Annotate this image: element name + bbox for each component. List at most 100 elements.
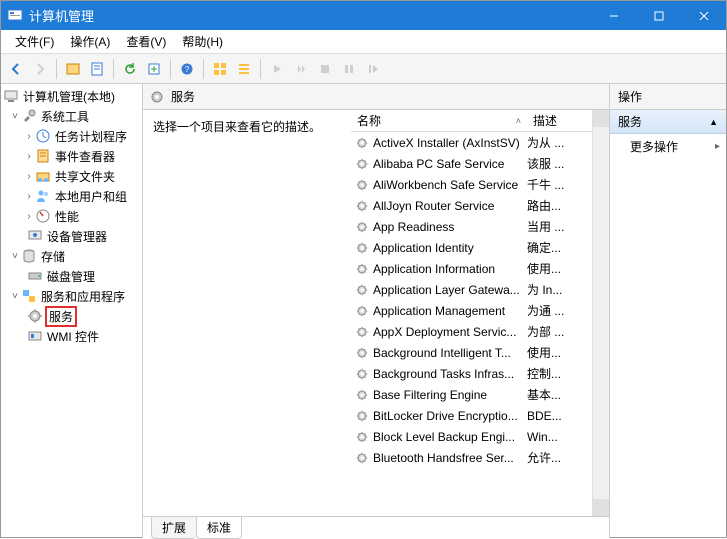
actions-title: 操作: [610, 84, 726, 110]
service-row[interactable]: Application Identity确定...: [351, 237, 592, 258]
expand-icon[interactable]: ›: [23, 131, 35, 142]
service-row[interactable]: Block Level Backup Engi...Win...: [351, 426, 592, 447]
tree-local-users[interactable]: › 本地用户和组: [1, 186, 142, 206]
service-row[interactable]: Background Intelligent T...使用...: [351, 342, 592, 363]
help-button[interactable]: ?: [176, 58, 198, 80]
service-row[interactable]: Base Filtering Engine基本...: [351, 384, 592, 405]
tree-task-scheduler[interactable]: › 任务计划程序: [1, 126, 142, 146]
toolbar-separator: [56, 59, 57, 79]
list-view-button[interactable]: [233, 58, 255, 80]
collapse-icon[interactable]: ˅: [9, 111, 21, 122]
tree-services[interactable]: 服务: [1, 306, 142, 326]
close-button[interactable]: [681, 1, 726, 30]
column-description[interactable]: 描述: [527, 110, 592, 131]
menu-file[interactable]: 文件(F): [7, 30, 62, 53]
service-row[interactable]: Application Information使用...: [351, 258, 592, 279]
menu-operation[interactable]: 操作(A): [62, 30, 118, 53]
service-row[interactable]: Bluetooth Handsfree Ser...允许...: [351, 447, 592, 468]
service-row[interactable]: Alibaba PC Safe Service该服 ...: [351, 153, 592, 174]
gear-icon: [355, 304, 369, 318]
tree-services-apps[interactable]: ˅ 服务和应用程序: [1, 286, 142, 306]
gear-icon: [355, 409, 369, 423]
expand-icon[interactable]: ›: [23, 191, 35, 202]
forward-button: [29, 58, 51, 80]
performance-icon: [35, 208, 51, 224]
toolbar-separator: [260, 59, 261, 79]
stop-service-button: [314, 58, 336, 80]
tree-system-tools[interactable]: ˅ 系统工具: [1, 106, 142, 126]
action-more[interactable]: 更多操作 ▸: [610, 134, 726, 159]
pause-service-button: [338, 58, 360, 80]
service-desc: 使用...: [527, 260, 592, 277]
service-desc: 使用...: [527, 344, 592, 361]
tree-shared-folders[interactable]: › 共享文件夹: [1, 166, 142, 186]
tree-disk-management[interactable]: 磁盘管理: [1, 266, 142, 286]
service-row[interactable]: AllJoyn Router Service路由...: [351, 195, 592, 216]
service-name: ActiveX Installer (AxInstSV): [373, 136, 527, 150]
properties-button[interactable]: [86, 58, 108, 80]
list-rows[interactable]: ActiveX Installer (AxInstSV)为从 ...Alibab…: [351, 132, 592, 516]
expand-icon[interactable]: ›: [23, 211, 35, 222]
grid-view-button[interactable]: [209, 58, 231, 80]
share-icon: [35, 168, 51, 184]
service-desc: 千牛 ...: [527, 176, 592, 193]
gear-icon: [355, 388, 369, 402]
gear-icon: [355, 157, 369, 171]
actions-pane: 操作 服务 ▲ 更多操作 ▸: [610, 84, 726, 538]
service-name: Block Level Backup Engi...: [373, 430, 527, 444]
service-desc: 为从 ...: [527, 134, 592, 151]
menu-view[interactable]: 查看(V): [118, 30, 174, 53]
service-name: AliWorkbench Safe Service: [373, 178, 527, 192]
service-row[interactable]: Application Management为通 ...: [351, 300, 592, 321]
service-row[interactable]: AppX Deployment Servic...为部 ...: [351, 321, 592, 342]
export-list-button[interactable]: [143, 58, 165, 80]
service-desc: 基本...: [527, 386, 592, 403]
maximize-button[interactable]: [636, 1, 681, 30]
service-name: Application Layer Gatewa...: [373, 283, 527, 297]
gear-icon: [355, 451, 369, 465]
collapse-icon[interactable]: ˅: [9, 251, 21, 262]
service-row[interactable]: App Readiness当用 ...: [351, 216, 592, 237]
tab-standard[interactable]: 标准: [196, 516, 242, 539]
device-icon: [27, 228, 43, 244]
expand-icon[interactable]: ›: [23, 151, 35, 162]
column-name[interactable]: 名称 ˄: [351, 110, 527, 131]
minimize-button[interactable]: [591, 1, 636, 30]
tree-performance[interactable]: › 性能: [1, 206, 142, 226]
bottom-tabs: 扩展 标准: [143, 516, 609, 538]
action-group-services[interactable]: 服务 ▲: [610, 110, 726, 134]
vertical-scrollbar[interactable]: [592, 110, 609, 516]
service-row[interactable]: AliWorkbench Safe Service千牛 ...: [351, 174, 592, 195]
app-icon: [7, 8, 23, 24]
tree-storage[interactable]: ˅ 存储: [1, 246, 142, 266]
sort-ascending-icon: ˄: [516, 116, 521, 126]
menu-help[interactable]: 帮助(H): [174, 30, 231, 53]
tree-root[interactable]: 计算机管理(本地): [1, 86, 142, 106]
actions-body: 服务 ▲ 更多操作 ▸: [610, 110, 726, 159]
expand-icon[interactable]: ›: [23, 171, 35, 182]
show-hide-tree-button[interactable]: [62, 58, 84, 80]
service-name: Background Tasks Infras...: [373, 367, 527, 381]
service-name: AllJoyn Router Service: [373, 199, 527, 213]
center-body: 选择一个项目来查看它的描述。 名称 ˄ 描述 ActiveX Installer…: [143, 110, 609, 516]
collapse-icon[interactable]: ˅: [9, 291, 21, 302]
service-desc: 当用 ...: [527, 218, 592, 235]
service-row[interactable]: BitLocker Drive Encryptio...BDE...: [351, 405, 592, 426]
tree-wmi-control[interactable]: WMI 控件: [1, 326, 142, 346]
center-header: 服务: [143, 84, 609, 110]
toolbar-separator: [113, 59, 114, 79]
tree-device-manager[interactable]: 设备管理器: [1, 226, 142, 246]
service-row[interactable]: Background Tasks Infras...控制...: [351, 363, 592, 384]
refresh-button[interactable]: [119, 58, 141, 80]
service-name: Alibaba PC Safe Service: [373, 157, 527, 171]
main-content: 计算机管理(本地) ˅ 系统工具 › 任务计划程序 › 事件查看器 › 共享文件…: [1, 84, 726, 538]
tree-event-viewer[interactable]: › 事件查看器: [1, 146, 142, 166]
service-row[interactable]: ActiveX Installer (AxInstSV)为从 ...: [351, 132, 592, 153]
service-row[interactable]: Application Layer Gatewa...为 In...: [351, 279, 592, 300]
back-button[interactable]: [5, 58, 27, 80]
service-desc: 为部 ...: [527, 323, 592, 340]
gear-icon: [355, 430, 369, 444]
disk-icon: [27, 268, 43, 284]
tab-extended[interactable]: 扩展: [151, 516, 196, 539]
service-name: Application Information: [373, 262, 527, 276]
